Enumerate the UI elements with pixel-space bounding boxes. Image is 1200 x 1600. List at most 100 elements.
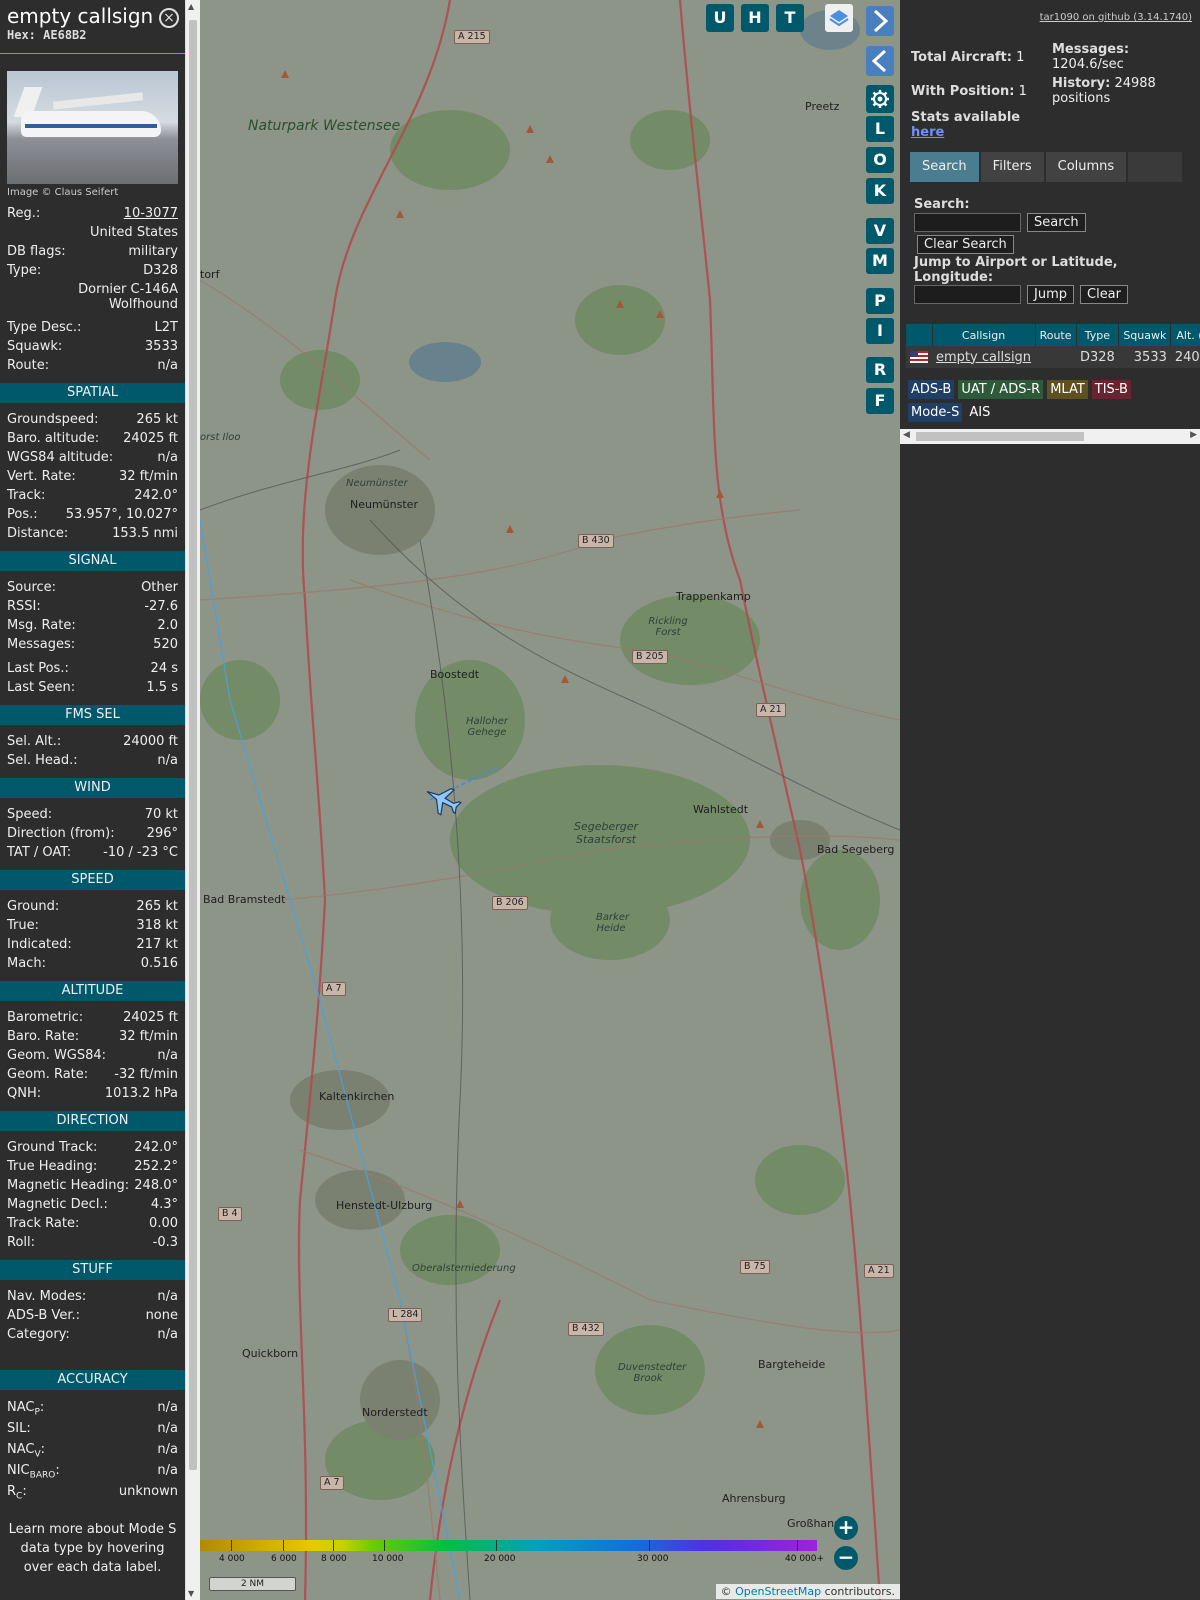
button-O[interactable]: O [866,147,894,173]
button-H[interactable]: H [741,4,769,32]
info-label[interactable]: Last Seen: [7,678,75,697]
info-label[interactable]: Speed: [7,805,52,824]
info-label[interactable]: Category: [7,1325,70,1344]
source-tisb: TIS-B [1091,380,1131,399]
info-label[interactable]: Geom. Rate: [7,1065,88,1084]
info-label[interactable]: Geom. WGS84: [7,1046,106,1065]
search-button[interactable]: Search [1027,213,1086,232]
section-header-fms: FMS SEL [0,705,185,725]
info-row: Distance: 153.5 nmi [0,524,185,543]
info-label[interactable]: NACV: [7,1439,45,1460]
button-U[interactable]: U [706,4,734,32]
table-horizontal-scrollbar[interactable]: ◀ ▶ [900,429,1200,444]
info-label[interactable]: Direction (from): [7,824,115,843]
col-altitude[interactable]: Alt. (f [1170,324,1200,346]
info-label[interactable]: ADS-B Ver.: [7,1306,80,1325]
sidebar-scrollbar[interactable]: ▲ ▼ [185,0,200,1600]
layers-icon[interactable] [825,4,853,32]
registration-link[interactable]: 10-3077 [124,204,178,223]
zoom-out-button[interactable]: − [834,1546,858,1570]
info-value: 252.2° [134,1159,178,1174]
info-label[interactable]: NICBARO: [7,1460,60,1481]
info-label[interactable]: True Heading: [7,1157,97,1176]
info-label[interactable]: Pos.: [7,505,38,524]
search-input[interactable] [914,213,1021,232]
reg-row: Reg.: 10-3077 [0,204,185,223]
info-label[interactable]: Track: [7,486,45,505]
info-label[interactable]: Messages: [7,635,75,654]
info-label[interactable]: Groundspeed: [7,410,98,429]
chevron-right-icon[interactable] [866,6,894,36]
table-row[interactable]: empty callsign D328 3533 2402 [906,346,1200,368]
info-label[interactable]: Mach: [7,954,46,973]
button-I[interactable]: I [866,318,894,344]
info-label[interactable]: Msg. Rate: [7,616,76,635]
info-label[interactable]: WGS84 altitude: [7,448,113,467]
info-label[interactable]: Source: [7,578,56,597]
info-row: Track: 242.0° [0,486,185,505]
info-label[interactable]: Barometric: [7,1008,83,1027]
map-view[interactable]: Naturpark Westensee Neumünster Neumünste… [200,0,900,1600]
source-legend-row-1: ADS-B UAT / ADS-R MLAT TIS-B [908,380,1135,399]
stats-link[interactable]: here [911,125,944,140]
zoom-in-button[interactable]: + [834,1516,858,1540]
button-P[interactable]: P [866,288,894,314]
close-icon[interactable]: × [159,8,179,28]
button-T[interactable]: T [776,4,804,32]
col-route[interactable]: Route [1035,324,1077,346]
github-link[interactable]: tar1090 on github (3.14.1740) [1040,12,1192,23]
button-F[interactable]: F [866,388,894,414]
info-label[interactable]: Ground Track: [7,1138,97,1157]
info-label[interactable]: Track Rate: [7,1214,79,1233]
info-label[interactable]: Baro. Rate: [7,1027,79,1046]
info-label[interactable]: Distance: [7,524,68,543]
info-label[interactable]: RC: [7,1481,27,1502]
button-M[interactable]: M [866,248,894,274]
col-type[interactable]: Type [1076,324,1120,346]
info-label[interactable]: NACP: [7,1397,44,1418]
button-L[interactable]: L [866,116,894,142]
source-legend-row-2: Mode-S AIS [908,403,997,422]
info-label[interactable]: Sel. Alt.: [7,732,61,751]
info-label[interactable]: SIL: [7,1418,31,1439]
info-value: unknown [118,1484,178,1499]
tab-columns[interactable]: Columns [1045,152,1127,182]
button-K[interactable]: K [866,178,894,204]
col-callsign[interactable]: Callsign [932,324,1036,346]
col-squawk[interactable]: Squawk [1118,324,1172,346]
info-row: Category: n/a [0,1325,185,1344]
aircraft-photo[interactable] [7,71,178,184]
chevron-left-icon[interactable] [866,46,894,76]
info-value: 32 ft/min [118,469,178,484]
jump-input[interactable] [914,285,1021,304]
button-R[interactable]: R [866,357,894,383]
clear-button[interactable]: Clear [1080,285,1128,304]
osm-link[interactable]: OpenStreetMap [735,1585,821,1598]
clear-search-button[interactable]: Clear Search [917,235,1014,254]
info-label[interactable]: TAT / OAT: [7,843,71,862]
db-flags-label: DB flags: [7,244,66,259]
tab-search[interactable]: Search [910,152,979,182]
row-callsign[interactable]: empty callsign [932,346,1036,368]
info-label[interactable]: True: [7,916,39,935]
info-label[interactable]: RSSI: [7,597,41,616]
info-label[interactable]: Sel. Head.: [7,751,78,770]
squawk-value: 3533 [144,339,178,354]
legend-tick-label: 8 000 [321,1554,347,1564]
country-row: United States [0,223,185,242]
info-label[interactable]: Magnetic Decl.: [7,1195,108,1214]
info-label[interactable]: Roll: [7,1233,35,1252]
info-label[interactable]: Ground: [7,897,59,916]
button-V[interactable]: V [866,218,894,244]
info-label[interactable]: Baro. altitude: [7,429,99,448]
info-label[interactable]: Last Pos.: [7,659,69,678]
info-label[interactable]: Vert. Rate: [7,467,76,486]
gear-icon[interactable] [866,85,894,113]
info-label[interactable]: Nav. Modes: [7,1287,86,1306]
tab-filters[interactable]: Filters [980,152,1044,182]
jump-button[interactable]: Jump [1027,285,1074,304]
tab-empty[interactable] [1128,152,1183,182]
info-label[interactable]: Indicated: [7,935,72,954]
info-label[interactable]: QNH: [7,1084,41,1103]
info-label[interactable]: Magnetic Heading: [7,1176,129,1195]
